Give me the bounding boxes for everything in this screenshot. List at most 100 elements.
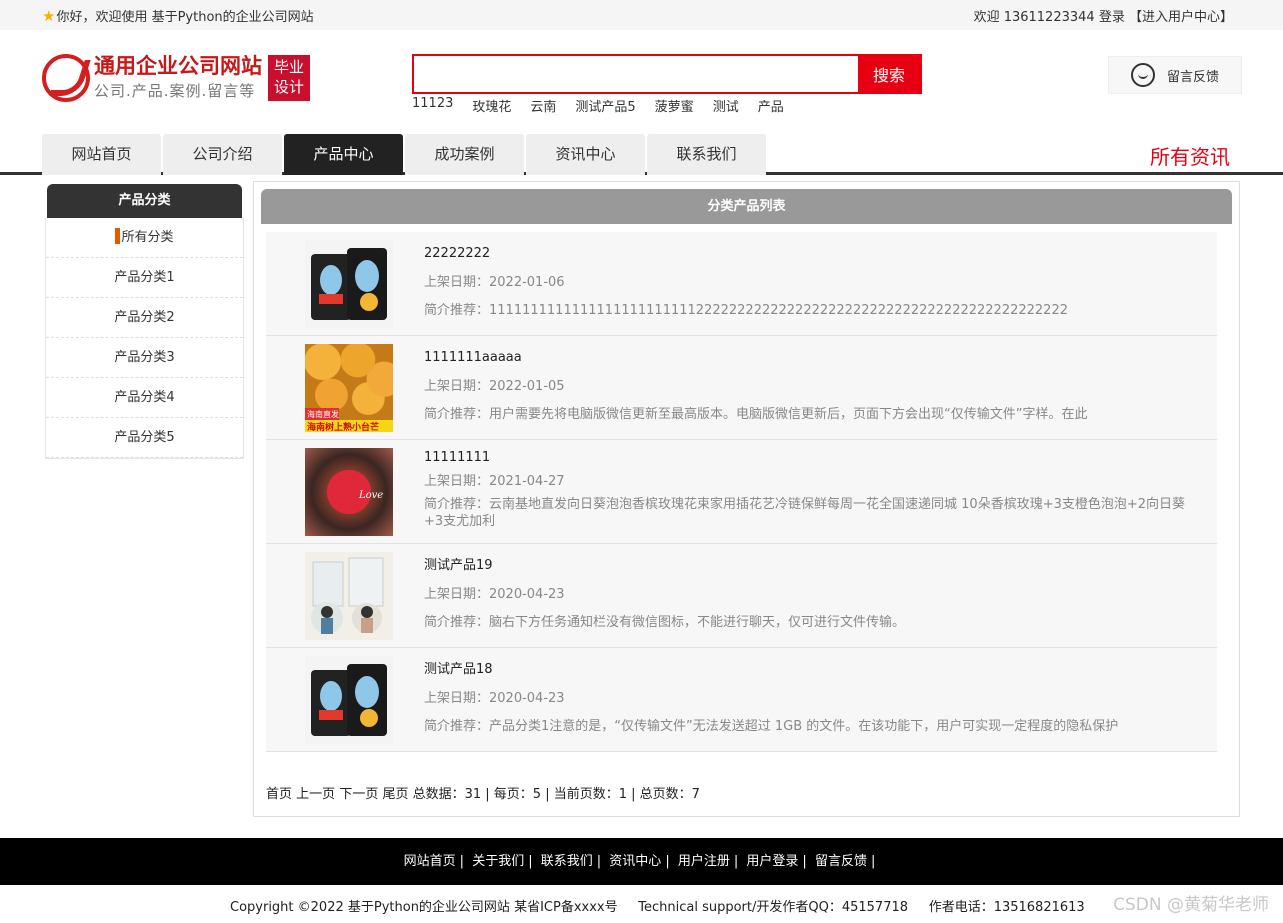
desc-label: 简介推荐： [424,407,490,422]
sidebar-item-category-4[interactable]: 产品分类4 [46,378,243,418]
footer-link-home[interactable]: 网站首页 [404,854,456,869]
sidebar-item-category-1[interactable]: 产品分类1 [46,258,243,298]
date-value: 2020-04-23 [489,587,565,602]
image-caption: 海南树上熟小台芒 [307,421,379,432]
hot-keywords: 11123 玫瑰花 云南 测试产品5 菠萝蜜 测试 产品 [412,96,922,115]
watermark: CSDN @黄菊华老师 [1113,895,1269,915]
desc-value: 脑右下方任务通知栏没有微信图标，不能进行聊天，仅可进行文件传输。 [489,615,906,630]
hot-keyword[interactable]: 玫瑰花 [472,96,511,115]
pager-first[interactable]: 首页 [266,787,292,802]
logo-mark-icon [42,54,91,102]
product-image[interactable]: 海南直发 海南树上熟小台芒 [305,344,393,432]
product-image[interactable] [305,552,393,640]
date-value: 2021-04-27 [489,474,565,489]
date-label: 上架日期： [424,379,490,394]
product-name[interactable]: 测试产品19 [424,556,1204,576]
badge-line-2: 设计 [273,78,304,96]
nav-tab-news[interactable]: 资讯中心 [526,134,645,175]
graduation-badge: 毕业 设计 [268,55,310,101]
desc-value: 1111111111111111111111111222222222222222… [489,303,1068,318]
search-box: 搜索 [412,54,922,94]
sidebar-item-category-2[interactable]: 产品分类2 [46,298,243,338]
date-value: 2022-01-06 [489,275,565,290]
footer-link-news[interactable]: 资讯中心 [609,854,661,869]
search-button[interactable]: 搜索 [858,56,920,92]
user-links: 欢迎 13611223344 登录 【进入用户中心】 [974,6,1233,25]
footer-links: 网站首页 | 关于我们 | 联系我们 | 资讯中心 | 用户注册 | 用户登录 | 留言反馈… [0,838,1283,885]
product-item: Love 11111111 上架日期：2021-04-27 简介推荐：云南基地直… [266,440,1217,544]
product-image[interactable] [305,240,393,328]
hot-keyword[interactable]: 菠萝蜜 [655,96,694,115]
nav-tab-about[interactable]: 公司介绍 [163,134,282,175]
product-name[interactable]: 1111111aaaaa [424,348,1204,368]
product-desc: 简介推荐：产品分类1注意的是，“仅传输文件”无法发送超过 1GB 的文件。在该功… [424,718,1204,735]
category-sidebar: 产品分类 所有分类 产品分类1 产品分类2 产品分类3 产品分类4 产品分类5 [45,184,244,459]
product-desc: 简介推荐：11111111111111111111111112222222222… [424,302,1204,319]
sidebar-item-category-3[interactable]: 产品分类3 [46,338,243,378]
hot-keyword[interactable]: 产品 [758,96,784,115]
desc-label: 简介推荐： [424,615,490,630]
pager-summary: 总数据：31 | 每页：5 | 当前页数：1 | 总页数：7 [412,787,700,802]
product-desc: 简介推荐：脑右下方任务通知栏没有微信图标，不能进行聊天，仅可进行文件传输。 [424,614,1204,631]
site-logo[interactable]: 通用企业公司网站 公司.产品.案例.留言等 毕业 设计 [42,52,310,102]
logo-subtitle: 公司.产品.案例.留言等 [94,82,256,100]
logo-title: 通用企业公司网站 [94,54,262,78]
pager-last[interactable]: 尾页 [382,787,408,802]
pager-next[interactable]: 下一页 [339,787,378,802]
pager-prev[interactable]: 上一页 [296,787,335,802]
desc-value: 产品分类1注意的是，“仅传输文件”无法发送超过 1GB 的文件。在该功能下，用户… [489,719,1119,734]
product-list: 22222222 上架日期：2022-01-06 简介推荐：1111111111… [266,232,1217,752]
footer-link-register[interactable]: 用户注册 [678,854,730,869]
desc-value: 云南基地直发向日葵泡泡香槟玫瑰花束家用插花艺冷链保鲜每周一花全国速递同城 10朵… [424,497,1186,529]
image-tag: Love [358,490,383,501]
search-input[interactable] [414,56,858,92]
support-text: Technical support/开发作者QQ：45157718 [638,900,909,915]
sidebar-item-label: 所有分类 [121,230,174,245]
product-name[interactable]: 22222222 [424,244,1204,264]
header: 通用企业公司网站 公司.产品.案例.留言等 毕业 设计 搜索 11123 玫瑰花… [0,30,1283,133]
desc-label: 简介推荐： [424,303,490,318]
product-date: 上架日期：2020-04-23 [424,689,1204,709]
footer-link-contact[interactable]: 联系我们 [541,854,593,869]
badge-line-1: 毕业 [273,58,304,76]
desc-value: 用户需要先将电脑版微信更新至最高版本。电脑版微信更新后，页面下方会出现“仅传输文… [489,407,1088,422]
hot-keyword[interactable]: 测试 [713,96,739,115]
search-area: 搜索 11123 玫瑰花 云南 测试产品5 菠萝蜜 测试 产品 [412,54,922,115]
greeting: ★ 你好，欢迎使用 基于Python的企业公司网站 [42,6,314,26]
panel-title: 分类产品列表 [261,189,1232,224]
product-date: 上架日期：2021-04-27 [424,472,1204,492]
hot-keyword[interactable]: 11123 [412,96,453,115]
copyright-text: Copyright ©2022 基于Python的企业公司网站 某省ICP备xx… [230,900,618,915]
product-desc: 简介推荐：用户需要先将电脑版微信更新至最高版本。电脑版微信更新后，页面下方会出现… [424,406,1204,423]
login-link[interactable]: 登录 [1099,10,1125,25]
date-value: 2020-04-23 [489,691,565,706]
footer-link-login[interactable]: 用户登录 [746,854,798,869]
nav-tab-home[interactable]: 网站首页 [42,134,161,175]
sidebar-item-category-5[interactable]: 产品分类5 [46,418,243,458]
date-label: 上架日期： [424,691,490,706]
feedback-label: 留言反馈 [1167,69,1220,85]
nav-tab-contact[interactable]: 联系我们 [647,134,766,175]
footer-link-about[interactable]: 关于我们 [472,854,524,869]
nav-tab-cases[interactable]: 成功案例 [405,134,524,175]
feedback-button[interactable]: 留言反馈 [1108,56,1242,94]
product-name[interactable]: 测试产品18 [424,660,1204,680]
product-name[interactable]: 11111111 [424,448,1204,468]
product-image[interactable] [305,656,393,744]
sidebar-item-all[interactable]: 所有分类 [46,218,243,258]
desc-label: 简介推荐： [424,497,490,512]
nav-tab-products[interactable]: 产品中心 [284,134,403,175]
user-center-link[interactable]: 【进入用户中心】 [1129,10,1233,25]
all-news-link[interactable]: 所有资讯 [1150,141,1230,170]
hot-keyword[interactable]: 测试产品5 [575,96,635,115]
hot-keyword[interactable]: 云南 [530,96,556,115]
product-list-panel: 分类产品列表 22222222 上架日期：2022-01-06 简介推荐：111… [253,181,1240,817]
greeting-text: 你好，欢迎使用 基于Python的企业公司网站 [56,10,314,25]
product-item: 22222222 上架日期：2022-01-06 简介推荐：1111111111… [266,232,1217,336]
product-desc: 简介推荐：云南基地直发向日葵泡泡香槟玫瑰花束家用插花艺冷链保鲜每周一花全国速递同… [424,496,1204,530]
customer-service-icon [1131,63,1155,87]
product-image[interactable]: Love [305,448,393,536]
active-marker [115,228,121,244]
footer-link-feedback[interactable]: 留言反馈 [815,854,867,869]
phone-text: 作者电话：13516821613 [928,900,1085,915]
